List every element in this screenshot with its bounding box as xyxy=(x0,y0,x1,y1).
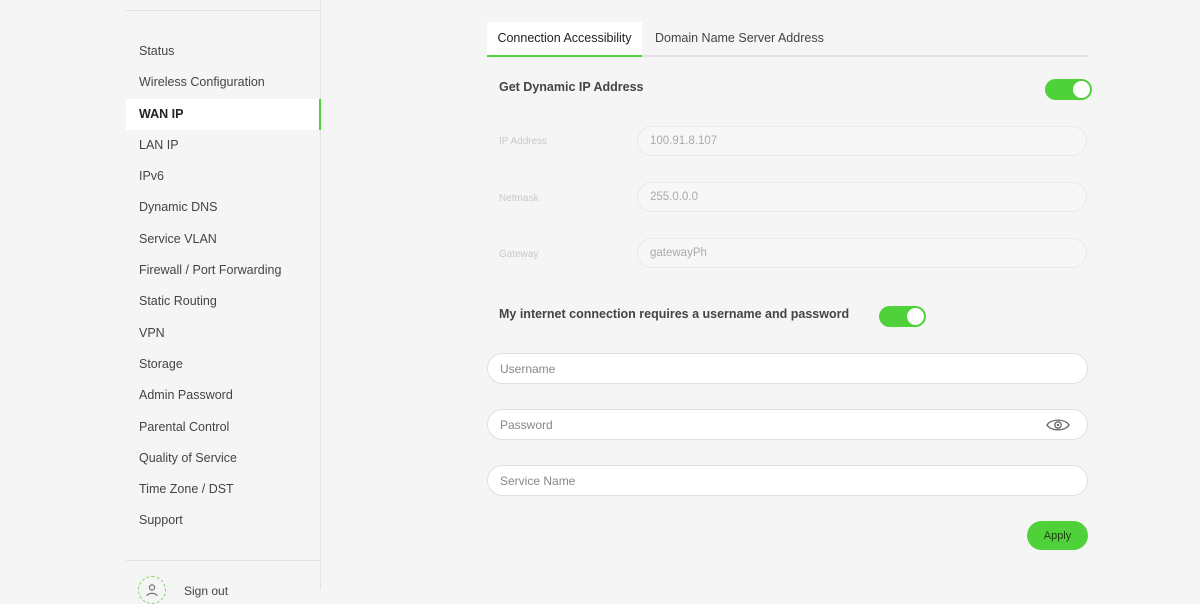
dynamic-ip-toggle[interactable] xyxy=(1045,79,1092,100)
gateway-label: Gateway xyxy=(499,249,539,260)
sidebar-item-lan-ip[interactable]: LAN IP xyxy=(126,130,320,161)
sidebar-divider-top xyxy=(126,10,320,11)
service-name-input[interactable] xyxy=(487,465,1088,496)
sidebar-item-wireless-configuration[interactable]: Wireless Configuration xyxy=(126,67,320,98)
main-panel: Connection Accessibility Domain Name Ser… xyxy=(487,22,1092,550)
ip-address-label: IP Address xyxy=(499,136,548,147)
sidebar-item-quality-of-service[interactable]: Quality of Service xyxy=(126,443,320,474)
netmask-label: Netmask xyxy=(499,193,539,204)
sidebar-item-time-zone-dst[interactable]: Time Zone / DST xyxy=(126,474,320,505)
sidebar-item-firewall-port-forwarding[interactable]: Firewall / Port Forwarding xyxy=(126,255,320,286)
tab-connection-accessibility[interactable]: Connection Accessibility xyxy=(487,22,642,57)
auth-required-toggle[interactable] xyxy=(879,306,926,327)
sidebar-item-status[interactable]: Status xyxy=(126,36,320,67)
sidebar-item-static-routing[interactable]: Static Routing xyxy=(126,286,320,317)
sidebar-divider-bottom xyxy=(126,560,320,561)
toggle-knob xyxy=(1073,81,1090,98)
gateway-field: gatewayPh xyxy=(637,238,1087,268)
password-input[interactable] xyxy=(487,409,1088,440)
apply-button[interactable]: Apply xyxy=(1027,521,1088,550)
user-avatar[interactable] xyxy=(138,576,166,604)
toggle-knob xyxy=(907,308,924,325)
sidebar-item-parental-control[interactable]: Parental Control xyxy=(126,412,320,443)
sidebar-nav: Status Wireless Configuration WAN IP LAN… xyxy=(126,36,321,537)
password-field-wrapper xyxy=(487,409,1088,440)
user-icon xyxy=(146,584,158,597)
sidebar-item-service-vlan[interactable]: Service VLAN xyxy=(126,224,320,255)
sidebar-item-support[interactable]: Support xyxy=(126,505,320,536)
auth-required-label: My internet connection requires a userna… xyxy=(499,307,850,321)
sidebar-item-admin-password[interactable]: Admin Password xyxy=(126,380,320,411)
tab-domain-name-server-address[interactable]: Domain Name Server Address xyxy=(655,22,824,55)
sidebar-item-vpn[interactable]: VPN xyxy=(126,318,320,349)
username-input[interactable] xyxy=(487,353,1088,384)
sidebar-item-ipv6[interactable]: IPv6 xyxy=(126,161,320,192)
sidebar-item-wan-ip[interactable]: WAN IP xyxy=(126,98,321,130)
sidebar-item-storage[interactable]: Storage xyxy=(126,349,320,380)
ip-address-field: 100.91.8.107 xyxy=(637,126,1087,156)
dynamic-ip-label: Get Dynamic IP Address xyxy=(499,80,644,94)
sidebar-item-dynamic-dns[interactable]: Dynamic DNS xyxy=(126,192,320,223)
netmask-field: 255.0.0.0 xyxy=(637,182,1087,212)
sidebar: Status Wireless Configuration WAN IP LAN… xyxy=(126,0,321,604)
sign-out-link[interactable]: Sign out xyxy=(184,584,228,598)
tab-bar: Connection Accessibility Domain Name Ser… xyxy=(487,22,1088,57)
eye-icon[interactable] xyxy=(1046,417,1070,433)
